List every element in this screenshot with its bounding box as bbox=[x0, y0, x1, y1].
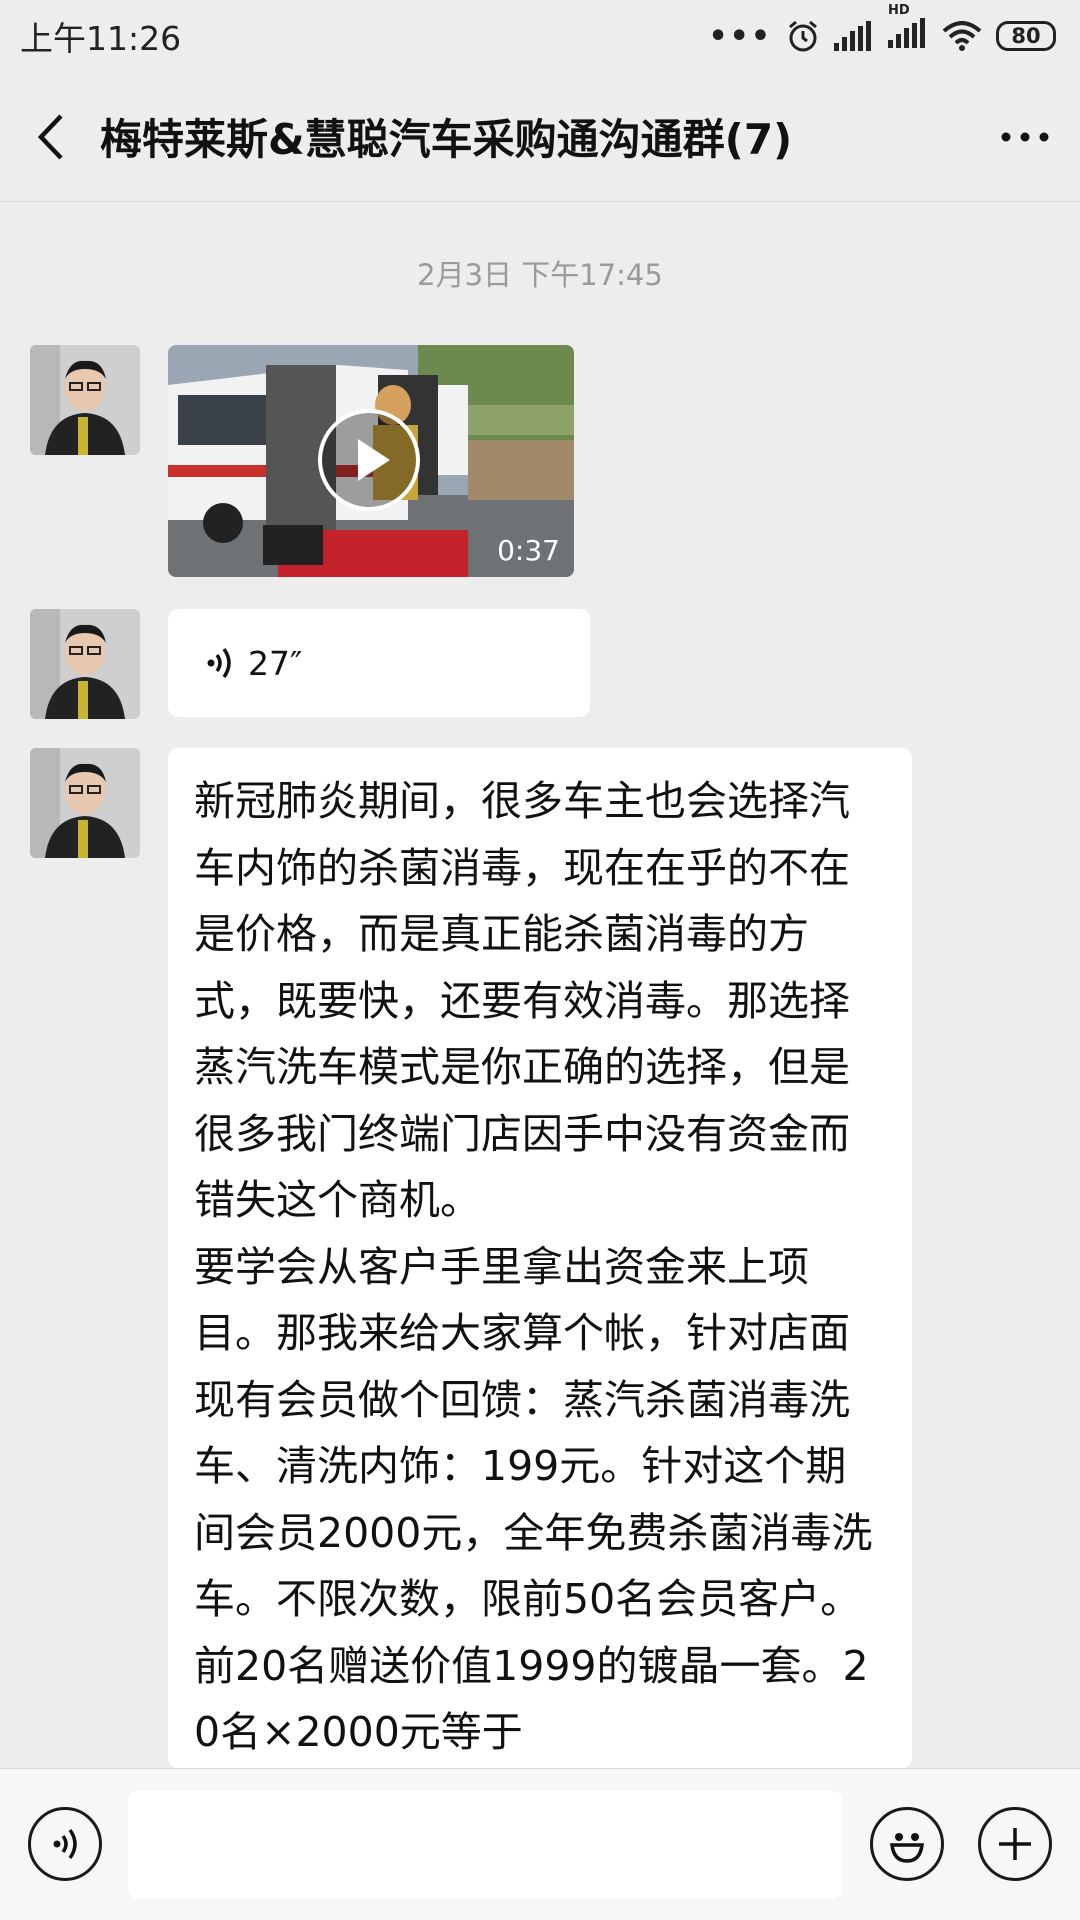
video-duration: 0:37 bbox=[497, 534, 560, 567]
battery-level: 80 bbox=[1011, 24, 1041, 48]
chevron-left-icon bbox=[37, 113, 63, 160]
hd-signal-icon: HD bbox=[888, 3, 928, 56]
add-button[interactable] bbox=[978, 1807, 1052, 1881]
status-time: 上午11:26 bbox=[20, 19, 182, 58]
hd-badge: HD bbox=[888, 2, 910, 18]
avatar[interactable] bbox=[30, 609, 140, 719]
status-bar: 上午11:26 ••• HD 80 bbox=[0, 0, 1080, 72]
avatar[interactable] bbox=[30, 748, 140, 858]
chat-header: 梅特莱斯&慧聪汽车采购通沟通群(7) bbox=[0, 72, 1080, 202]
voice-wave-icon bbox=[207, 647, 231, 679]
ellipsis-icon bbox=[1001, 132, 1049, 141]
voice-input-button[interactable] bbox=[28, 1807, 102, 1881]
message-voice: 27″ bbox=[30, 609, 590, 719]
avatar[interactable] bbox=[30, 345, 140, 455]
more-notifications-icon: ••• bbox=[708, 18, 772, 54]
voice-duration: 27″ bbox=[248, 643, 303, 683]
battery-icon: 80 bbox=[996, 21, 1056, 51]
page-title: 梅特莱斯&慧聪汽车采购通沟通群(7) bbox=[100, 115, 793, 164]
avatar-image bbox=[30, 748, 140, 858]
text-message-bubble[interactable]: 新冠肺炎期间，很多车主也会选择汽车内饰的杀菌消毒，现在在乎的不在是价格，而是真正… bbox=[168, 748, 912, 1768]
more-options-button[interactable] bbox=[970, 72, 1080, 202]
message-timestamp: 2月3日 下午17:45 bbox=[417, 258, 663, 292]
wifi-icon bbox=[942, 21, 982, 51]
video-thumbnail[interactable]: 0:37 bbox=[168, 345, 574, 577]
smiley-icon bbox=[890, 1833, 924, 1863]
voice-icon bbox=[53, 1828, 77, 1860]
voice-message-bubble[interactable]: 27″ bbox=[168, 609, 590, 717]
plus-icon bbox=[999, 1828, 1031, 1860]
avatar-image bbox=[30, 609, 140, 719]
emoji-button[interactable] bbox=[870, 1807, 944, 1881]
status-icons: ••• HD 80 bbox=[708, 3, 1056, 56]
message-input[interactable] bbox=[128, 1791, 842, 1899]
alarm-icon bbox=[789, 20, 817, 52]
input-bar bbox=[0, 1768, 1080, 1920]
message-text-content: 新冠肺炎期间，很多车主也会选择汽车内饰的杀菌消毒，现在在乎的不在是价格，而是真正… bbox=[194, 777, 873, 1756]
message-text: 新冠肺炎期间，很多车主也会选择汽车内饰的杀菌消毒，现在在乎的不在是价格，而是真正… bbox=[30, 748, 912, 1768]
signal-icon bbox=[834, 21, 871, 51]
message-video: 0:37 bbox=[30, 345, 574, 577]
avatar-image bbox=[30, 345, 140, 455]
back-button[interactable] bbox=[0, 72, 100, 202]
play-icon[interactable] bbox=[316, 407, 422, 513]
